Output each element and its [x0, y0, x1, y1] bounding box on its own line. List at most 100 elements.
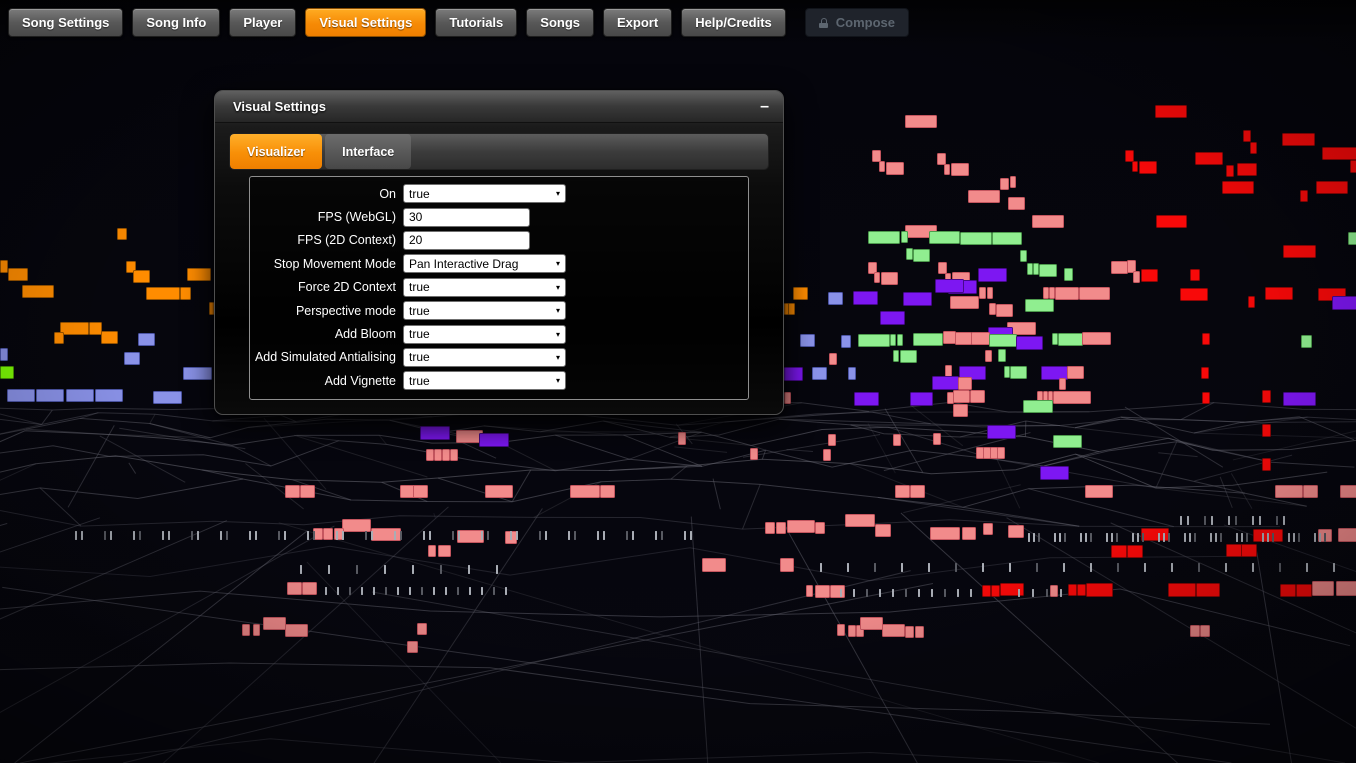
- tab-interface[interactable]: Interface: [325, 134, 412, 169]
- settings-row-on: On true ▾: [250, 182, 748, 205]
- note-block: [1058, 333, 1083, 346]
- note-block: [1196, 583, 1220, 597]
- note-block: [1283, 392, 1316, 406]
- tick-mark: [433, 587, 435, 595]
- note-block: [953, 390, 970, 403]
- top-navbar: Song Settings Song Info Player Visual Setti…: [8, 8, 909, 37]
- note-block: [913, 333, 943, 346]
- note-block: [1253, 529, 1283, 542]
- note-block: [943, 331, 956, 344]
- note-block: [1318, 529, 1332, 542]
- note-block: [426, 449, 434, 461]
- settings-row-fps-2d-context: FPS (2D Context): [250, 229, 748, 252]
- note-block: [0, 366, 14, 379]
- select-value: true: [409, 350, 430, 365]
- tick-mark: [1252, 516, 1254, 525]
- select-stop-movement-mode[interactable]: Pan Interactive Drag ▾: [403, 254, 566, 274]
- nav-button-song-settings[interactable]: Song Settings: [8, 8, 124, 37]
- tick-mark: [1252, 563, 1254, 572]
- note-block: [1016, 336, 1043, 350]
- note-block: [413, 485, 428, 498]
- note-block: [1265, 287, 1293, 300]
- tick-mark: [1054, 533, 1056, 542]
- select-perspective-mode[interactable]: true ▾: [403, 301, 566, 321]
- tick-mark: [1259, 516, 1261, 525]
- note-block: [400, 485, 415, 498]
- note-block: [812, 367, 827, 380]
- tick-mark: [342, 531, 344, 540]
- tick-mark: [300, 565, 302, 574]
- tick-mark: [452, 531, 454, 540]
- tick-mark: [1063, 563, 1065, 572]
- tick-mark: [278, 531, 280, 540]
- note-block: [1020, 250, 1027, 262]
- note-block: [1004, 366, 1010, 378]
- note-block: [1132, 161, 1138, 172]
- note-block: [828, 292, 843, 305]
- nav-button-song-info[interactable]: Song Info: [132, 8, 221, 37]
- note-block: [1067, 366, 1084, 379]
- note-block: [1040, 466, 1069, 480]
- tick-mark: [892, 589, 894, 597]
- nav-button-export[interactable]: Export: [603, 8, 673, 37]
- note-block: [1025, 299, 1054, 312]
- note-block: [1077, 584, 1086, 596]
- note-block: [1032, 215, 1064, 228]
- nav-button-help-credits[interactable]: Help/Credits: [681, 8, 786, 37]
- tick-mark: [1288, 533, 1290, 542]
- tab-visualizer[interactable]: Visualizer: [230, 134, 323, 169]
- note-block: [806, 585, 813, 597]
- nav-button-player[interactable]: Player: [229, 8, 297, 37]
- note-block: [1156, 215, 1187, 228]
- note-block: [983, 523, 993, 535]
- tick-mark: [1293, 533, 1295, 542]
- note-block: [890, 334, 896, 346]
- select-add-simulated-antialising[interactable]: true ▾: [403, 347, 566, 367]
- tick-mark: [371, 531, 373, 540]
- minimize-button[interactable]: –: [760, 98, 769, 115]
- input-fps-webgl[interactable]: [403, 207, 530, 227]
- note-block: [1180, 288, 1208, 301]
- tick-mark: [409, 587, 411, 595]
- note-block: [1318, 288, 1346, 301]
- note-block: [915, 626, 924, 638]
- tick-mark: [75, 531, 77, 540]
- note-block: [1303, 485, 1318, 498]
- select-force-2d-context[interactable]: true ▾: [403, 277, 566, 297]
- note-block: [438, 545, 451, 557]
- nav-button-songs[interactable]: Songs: [526, 8, 595, 37]
- note-block: [1000, 583, 1024, 596]
- tick-mark: [81, 531, 83, 540]
- note-block: [417, 623, 427, 635]
- note-block: [456, 430, 483, 443]
- chevron-down-icon: ▾: [555, 282, 560, 292]
- input-fps-2d-context[interactable]: [403, 230, 530, 250]
- note-block: [1141, 269, 1158, 282]
- tick-mark: [1210, 533, 1212, 542]
- tick-mark: [337, 587, 339, 595]
- nav-button-visual-settings[interactable]: Visual Settings: [305, 8, 427, 37]
- tick-mark: [1194, 533, 1196, 542]
- tick-mark: [1038, 533, 1040, 542]
- note-block: [910, 485, 925, 498]
- select-on[interactable]: true ▾: [403, 184, 566, 204]
- chevron-down-icon: ▾: [555, 352, 560, 362]
- tick-mark: [197, 531, 199, 540]
- note-block: [1048, 391, 1053, 402]
- tick-mark: [336, 531, 338, 540]
- note-block: [1007, 322, 1036, 335]
- dialog-header[interactable]: Visual Settings –: [215, 91, 783, 123]
- tick-mark: [574, 531, 576, 540]
- tick-mark: [661, 531, 663, 540]
- note-block: [1052, 333, 1058, 345]
- note-block: [996, 304, 1013, 317]
- select-add-bloom[interactable]: true ▾: [403, 324, 566, 344]
- note-block: [947, 392, 954, 404]
- select-add-vignette[interactable]: true ▾: [403, 371, 566, 391]
- note-block: [945, 365, 952, 377]
- nav-button-tutorials[interactable]: Tutorials: [435, 8, 518, 37]
- note-block: [285, 624, 308, 637]
- note-block: [1300, 190, 1308, 202]
- note-block: [881, 272, 898, 285]
- note-block: [905, 115, 937, 128]
